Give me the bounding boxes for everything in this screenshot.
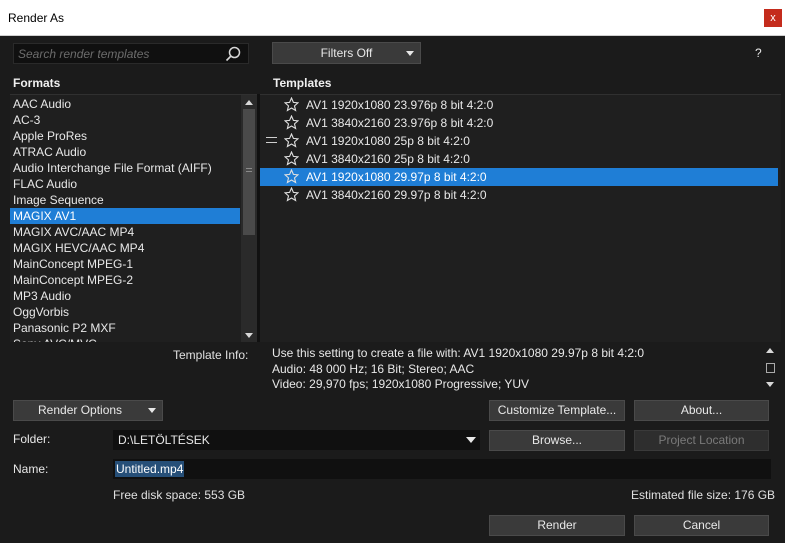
browse-button[interactable]: Browse... <box>489 430 625 451</box>
chevron-down-icon <box>148 408 156 413</box>
project-location-button[interactable]: Project Location <box>634 430 769 451</box>
templates-header: Templates <box>273 76 332 90</box>
render-options-label: Render Options <box>38 403 123 417</box>
name-value: Untitled.mp4 <box>115 461 185 477</box>
star-icon[interactable] <box>284 133 299 148</box>
render-as-dialog: Filters Off ? Formats Templates AAC Audi… <box>3 36 781 543</box>
help-button[interactable]: ? <box>755 46 762 60</box>
format-list-item[interactable]: Apple ProRes <box>10 128 240 144</box>
customize-template-button[interactable]: Customize Template... <box>489 400 625 421</box>
template-label: AV1 3840x2160 29.97p 8 bit 4:2:0 <box>306 188 487 202</box>
folder-dropdown[interactable]: D:\LETÖLTÉSEK <box>113 430 480 450</box>
template-info-line: Video: 29,970 fps; 1920x1080 Progressive… <box>272 377 530 391</box>
drag-handle-icon[interactable] <box>266 137 277 143</box>
folder-label: Folder: <box>13 432 51 446</box>
render-options-button[interactable]: Render Options <box>13 400 163 421</box>
template-label: AV1 3840x2160 25p 8 bit 4:2:0 <box>306 152 470 166</box>
template-info-text: Use this setting to create a file with: … <box>272 346 762 393</box>
format-list-item[interactable]: MP3 Audio <box>10 288 240 304</box>
format-list-item[interactable]: MAGIX HEVC/AAC MP4 <box>10 240 240 256</box>
template-list-item[interactable]: AV1 3840x2160 25p 8 bit 4:2:0 <box>260 150 778 168</box>
star-icon[interactable] <box>284 187 299 202</box>
search-icon[interactable] <box>225 46 241 62</box>
formats-scrollbar[interactable] <box>241 95 257 342</box>
template-list-item[interactable]: AV1 1920x1080 29.97p 8 bit 4:2:0 <box>260 168 778 186</box>
scroll-down-icon[interactable] <box>766 382 774 387</box>
format-list-item[interactable]: FLAC Audio <box>10 176 240 192</box>
filters-label: Filters Off <box>320 46 373 60</box>
search-box <box>13 43 249 64</box>
scroll-down-icon[interactable] <box>245 333 253 338</box>
format-list-item[interactable]: AC-3 <box>10 112 240 128</box>
template-list-item[interactable]: AV1 1920x1080 25p 8 bit 4:2:0 <box>260 132 778 150</box>
star-icon[interactable] <box>284 169 299 184</box>
star-icon[interactable] <box>284 97 299 112</box>
template-list-item[interactable]: AV1 3840x2160 29.97p 8 bit 4:2:0 <box>260 186 778 204</box>
template-info-line: Use this setting to create a file with: … <box>272 346 645 360</box>
template-label: AV1 1920x1080 29.97p 8 bit 4:2:0 <box>306 170 487 184</box>
grip-icon <box>766 363 775 373</box>
close-button[interactable]: x <box>764 9 782 27</box>
template-list-item[interactable]: AV1 1920x1080 23.976p 8 bit 4:2:0 <box>260 96 778 114</box>
scroll-thumb[interactable] <box>243 109 255 235</box>
template-info-line: Audio: 48 000 Hz; 16 Bit; Stereo; AAC <box>272 361 475 376</box>
templates-list: AV1 1920x1080 23.976p 8 bit 4:2:0 AV1 384… <box>260 94 781 342</box>
grip-icon <box>246 168 252 172</box>
star-icon[interactable] <box>284 115 299 130</box>
format-list-item[interactable]: AAC Audio <box>10 96 240 112</box>
name-input[interactable]: Untitled.mp4 <box>113 459 771 479</box>
cancel-button[interactable]: Cancel <box>634 515 769 536</box>
template-list-item[interactable]: AV1 3840x2160 23.976p 8 bit 4:2:0 <box>260 114 778 132</box>
template-info-label: Template Info: <box>173 348 249 362</box>
template-label: AV1 3840x2160 23.976p 8 bit 4:2:0 <box>306 116 494 130</box>
format-list-item[interactable]: MAGIX AVC/AAC MP4 <box>10 224 240 240</box>
format-list-item[interactable]: Audio Interchange File Format (AIFF) <box>10 160 240 176</box>
estimated-file-size: Estimated file size: 176 GB <box>631 488 776 502</box>
template-label: AV1 1920x1080 23.976p 8 bit 4:2:0 <box>306 98 494 112</box>
info-scrollbar[interactable] <box>762 345 778 391</box>
format-list-item[interactable]: Image Sequence <box>10 192 240 208</box>
format-list-item[interactable]: Panasonic P2 MXF <box>10 320 240 336</box>
free-disk-space: Free disk space: 553 GB <box>113 488 246 502</box>
format-list-item[interactable]: Sony AVC/MVC <box>10 336 240 342</box>
format-list-item[interactable]: MAGIX AV1 <box>10 208 240 224</box>
formats-list: AAC Audio AC-3 Apple ProRes ATRAC Audio Audi… <box>10 94 257 342</box>
render-button[interactable]: Render <box>489 515 625 536</box>
folder-value: D:\LETÖLTÉSEK <box>118 433 210 447</box>
chevron-down-icon <box>406 51 414 56</box>
about-button[interactable]: About... <box>634 400 769 421</box>
format-list-item[interactable]: ATRAC Audio <box>10 144 240 160</box>
format-list-item[interactable]: MainConcept MPEG-1 <box>10 256 240 272</box>
scroll-up-icon[interactable] <box>245 100 253 105</box>
chevron-down-icon <box>466 437 476 443</box>
window-title: Render As <box>8 11 65 25</box>
search-input[interactable] <box>18 46 218 62</box>
scroll-up-icon[interactable] <box>766 348 774 353</box>
format-list-item[interactable]: OggVorbis <box>10 304 240 320</box>
format-list-item[interactable]: MainConcept MPEG-2 <box>10 272 240 288</box>
name-label: Name: <box>13 462 49 476</box>
template-label: AV1 1920x1080 25p 8 bit 4:2:0 <box>306 134 470 148</box>
title-bar: Render As x <box>0 0 785 36</box>
star-icon[interactable] <box>284 151 299 166</box>
formats-header: Formats <box>13 76 61 90</box>
filters-dropdown[interactable]: Filters Off <box>272 42 421 64</box>
